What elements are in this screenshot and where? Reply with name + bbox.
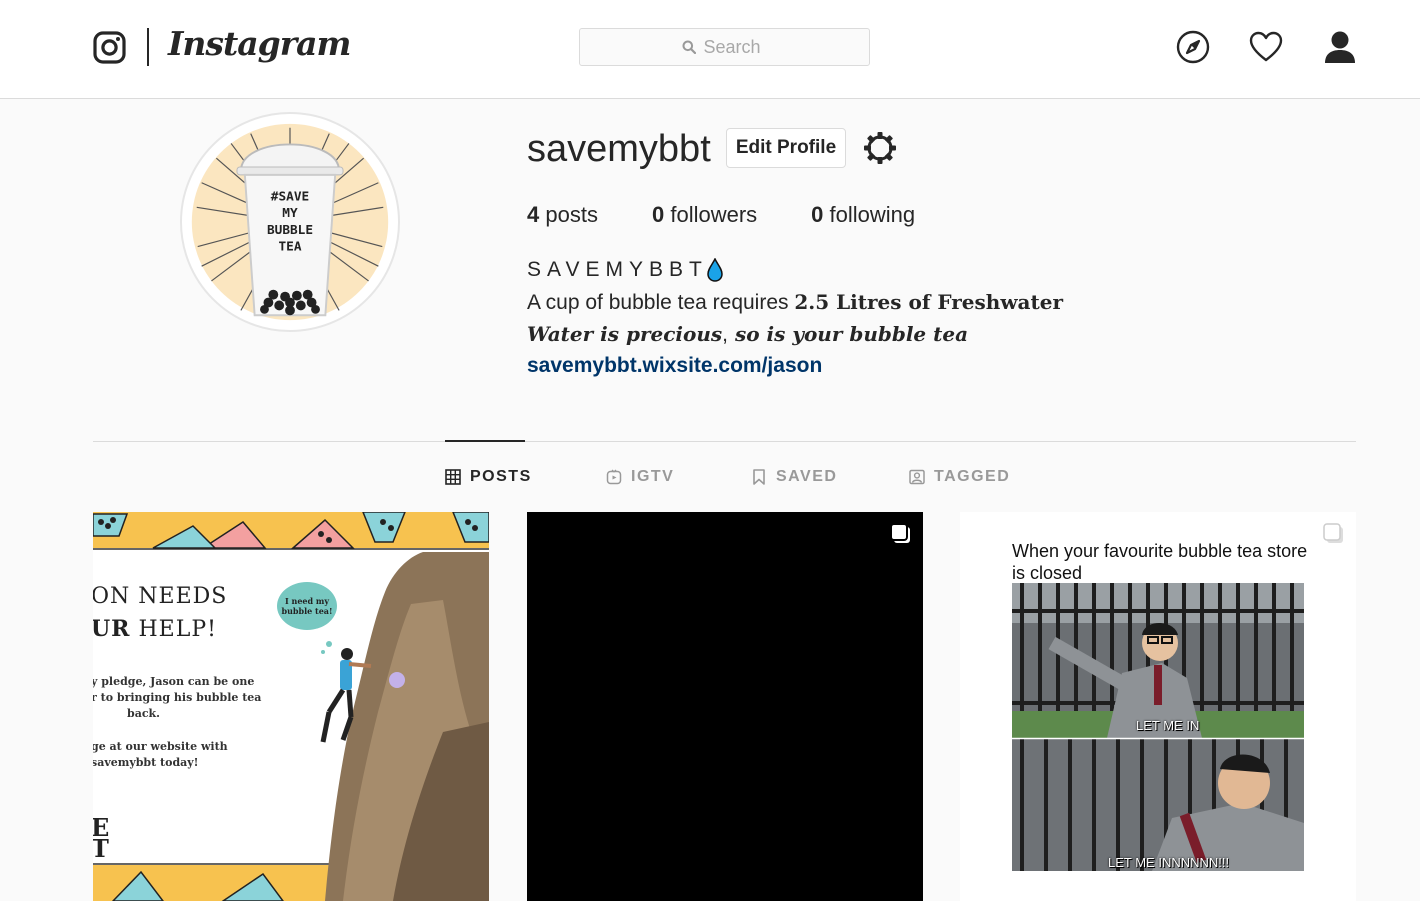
poster-body-line: savemybbt today! [93,756,199,769]
posts-count-label: posts [545,202,598,227]
followers-count-value: 0 [651,202,665,227]
search-input[interactable] [703,36,768,58]
meme-subtitle-bottom: LET ME INNNNNN!!! [1108,855,1230,870]
top-nav: Instagram [0,0,1420,99]
followers-count-label: followers [670,202,758,227]
tagged-icon [909,469,925,485]
post-thumbnail[interactable]: When your favourite bubble tea store is … [960,512,1356,901]
edit-profile-button[interactable]: Edit Profile [726,128,846,168]
tab-posts-label: POSTS [470,468,532,485]
tab-tagged-label: TAGGED [934,468,1011,485]
bio-website-link[interactable]: savemybbt.wixsite.com/jason [527,354,822,378]
search-box[interactable] [579,28,870,66]
tabs-divider [93,441,1356,442]
poster-headline-1: ON NEEDS [93,584,228,609]
poster-headline-2-bold: UR [93,616,131,642]
post-thumbnail[interactable] [527,512,923,901]
avatar-text-line: #SAVE [271,189,309,204]
profile-stats: 4 posts 0 followers 0 following [527,202,969,228]
posts-count-value: 4 [527,202,540,227]
carousel-icon [1323,523,1343,543]
following-count[interactable]: 0 following [811,202,915,228]
logo-divider [147,28,149,66]
meme-caption: When your favourite bubble tea store is … [1012,541,1308,583]
avatar-text-line: TEA [278,239,301,254]
bio-line-1-text: A cup of bubble tea requires [527,291,795,314]
poster-body-line: back. [127,707,160,720]
bookmark-icon [753,469,765,485]
poster-headline-2: UR HELP! [93,616,217,642]
poster-body-line: r to bringing his bubble tea [93,691,262,704]
bio-name-text: SAVEMYBBT [527,258,708,281]
activity-button[interactable] [1248,29,1284,65]
gear-icon [864,132,896,164]
explore-button[interactable] [1175,29,1211,65]
instagram-logo-icon[interactable] [93,31,126,64]
bio-line-1: A cup of bubble tea requires 2.5 Litres … [527,290,1063,315]
tab-igtv[interactable]: IGTV [606,466,674,488]
carousel-icon [890,523,910,543]
bio-line-2-rest: so is your bubble tea [727,322,969,346]
poster-headline-2-rest: HELP! [130,617,217,642]
grid-icon [445,469,461,485]
bio-line-2-italic: Water is precious [527,322,723,346]
instagram-wordmark[interactable]: Instagram [168,24,351,63]
user-icon [1325,31,1355,63]
compass-icon [1176,30,1210,64]
water-drop-icon [707,258,723,282]
bubble-tea-avatar-image: #SAVE MY BUBBLE TEA [191,123,389,321]
tab-posts[interactable]: POSTS [445,466,532,488]
profile-button[interactable] [1322,29,1358,65]
poster-body-line: ge at our website with [93,740,228,753]
search-icon [682,40,696,54]
post-thumbnail[interactable]: I need my bubble tea! ON NEEDS UR HELP! … [93,512,489,901]
tab-saved-label: SAVED [776,468,838,485]
meme-subtitle-top: LET ME IN [1136,718,1200,733]
poster-footer-line: T [93,834,109,863]
tab-saved[interactable]: SAVED [751,466,837,488]
settings-button[interactable] [861,129,899,167]
bio-name: SAVEMYBBT [527,258,724,282]
avatar-text-line: BUBBLE [267,223,313,238]
bio-line-2: Water is precious, so is your bubble tea [527,322,968,347]
avatar-text-line: MY [282,206,298,221]
tab-igtv-label: IGTV [631,468,675,485]
following-count-label: following [829,202,916,227]
following-count-value: 0 [811,202,824,227]
igtv-icon [606,469,622,485]
tab-tagged[interactable]: TAGGED [909,466,1010,488]
profile-avatar[interactable]: #SAVE MY BUBBLE TEA [180,112,400,332]
profile-username: savemybbt [527,128,711,170]
followers-count[interactable]: 0 followers [652,202,757,228]
heart-icon [1249,31,1283,62]
bio-line-1-bold: 2.5 Litres of Freshwater [794,290,1063,314]
poster-body-line: y pledge, Jason can be one [93,675,255,688]
posts-count[interactable]: 4 posts [527,202,598,228]
speech-bubble: I need my bubble tea! [277,582,337,630]
active-tab-indicator [445,440,525,442]
